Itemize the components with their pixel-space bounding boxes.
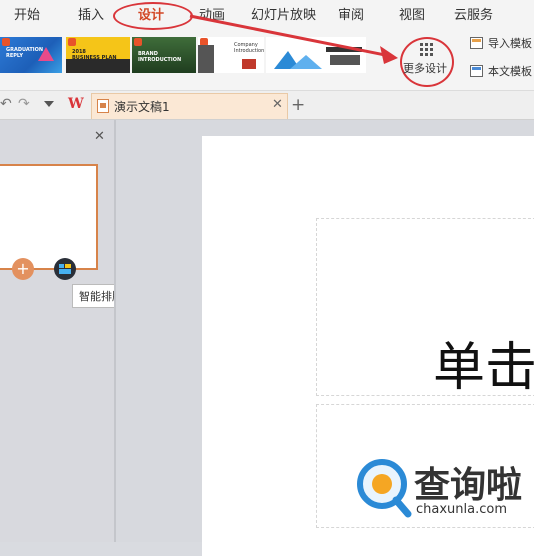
smart-layout-icon [59, 264, 71, 274]
smart-layout-button[interactable] [54, 258, 76, 280]
template-badge-icon [134, 38, 142, 46]
close-pane-icon[interactable]: ✕ [94, 129, 105, 144]
redo-icon[interactable]: ↷ [18, 96, 30, 112]
presentation-file-icon [97, 99, 109, 113]
template-band [66, 59, 130, 73]
annotation-arrow-icon [189, 14, 398, 64]
template-label: 2018 BUSINESS PLAN [72, 49, 117, 61]
menu-tab-insert[interactable]: 插入 [78, 0, 104, 32]
template-thumbnail-1[interactable]: GRADUATION REPLY [0, 37, 62, 73]
doc-template-icon [470, 65, 483, 77]
template-label: GRADUATION REPLY [6, 47, 44, 59]
more-design-button[interactable]: 更多设计 [398, 37, 456, 87]
import-template-button[interactable]: 导入模板 [468, 34, 534, 54]
this-doc-template-label: 本文模板 [488, 65, 532, 78]
menu-tab-cloud[interactable]: 云服务 [454, 0, 493, 32]
watermark-url: chaxunla.com [416, 502, 507, 517]
close-tab-icon[interactable]: ✕ [272, 97, 283, 112]
menu-tab-start[interactable]: 开始 [14, 0, 40, 32]
undo-icon[interactable]: ↶ [0, 96, 12, 112]
import-template-label: 导入模板 [488, 37, 532, 50]
wps-logo-icon[interactable]: W [68, 96, 84, 112]
title-placeholder-text: 单击 [433, 338, 534, 398]
add-slide-plus-icon[interactable]: + [12, 258, 34, 280]
grid-icon [420, 43, 433, 56]
this-doc-template-button[interactable]: 本文模板 [468, 62, 534, 82]
import-template-icon [470, 37, 483, 49]
document-tab-title: 演示文稿1 [114, 100, 170, 114]
slide-thumbnail[interactable] [0, 164, 98, 270]
title-placeholder[interactable]: 单击 [316, 218, 534, 398]
document-tab[interactable]: 演示文稿1 ✕ [91, 93, 288, 119]
watermark: 查询啦 chaxunla.com [356, 456, 532, 524]
new-tab-plus-icon[interactable]: + [291, 95, 305, 115]
template-label: BRAND INTRODUCTION [138, 51, 182, 63]
template-badge-icon [68, 38, 76, 46]
watermark-text: 查询啦 [414, 465, 523, 506]
template-thumbnail-2[interactable]: 2018 BUSINESS PLAN [66, 37, 130, 73]
chevron-down-icon[interactable] [44, 101, 54, 107]
more-design-label: 更多设计 [403, 62, 447, 75]
template-badge-icon [2, 38, 10, 46]
search-magnifier-logo-icon [357, 459, 412, 518]
